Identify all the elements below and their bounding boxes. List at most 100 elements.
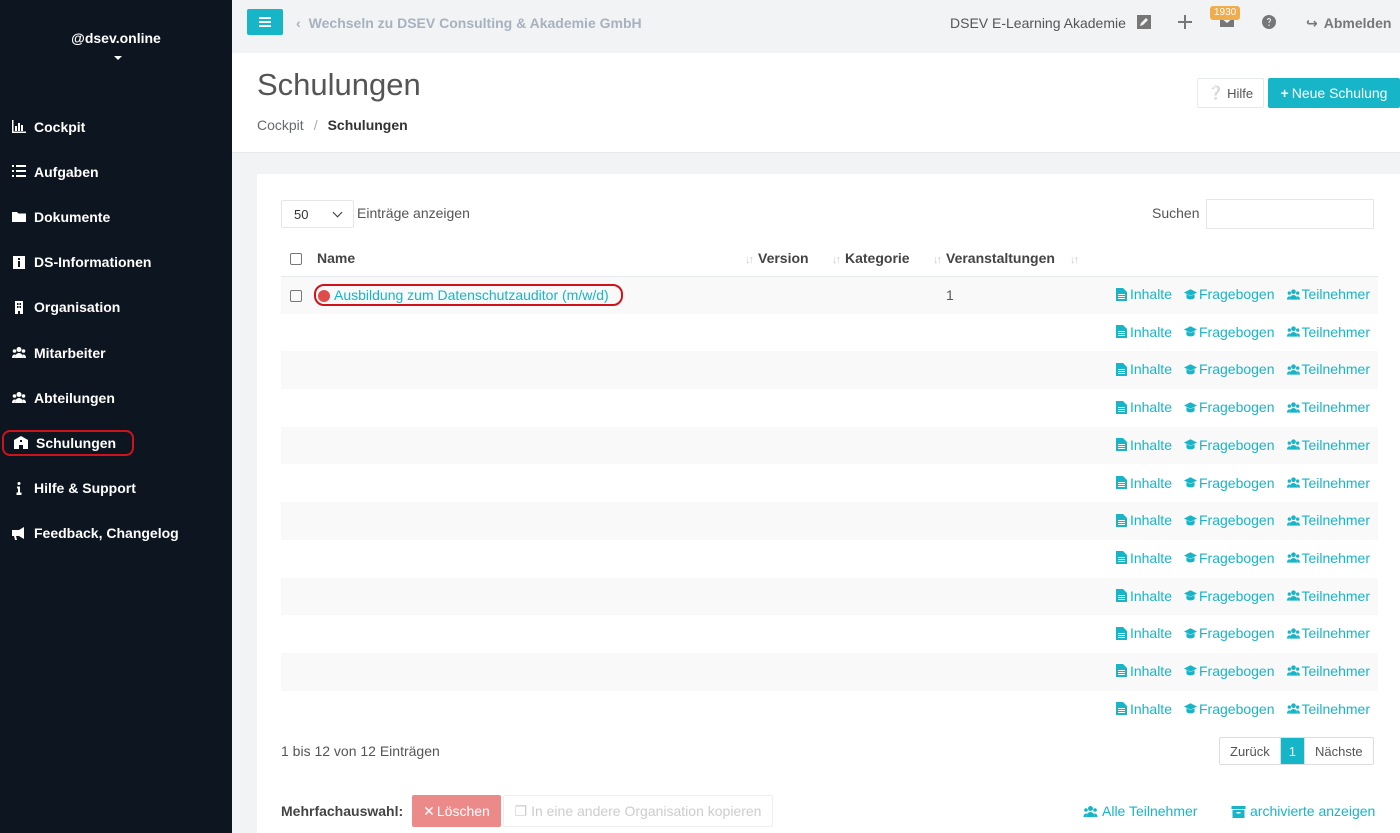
- bulk-actions-label: Mehrfachauswahl:: [281, 803, 404, 819]
- participants-link[interactable]: Teilnehmer: [1286, 475, 1370, 491]
- contents-link[interactable]: Inhalte: [1115, 286, 1172, 302]
- participants-link[interactable]: Teilnehmer: [1286, 701, 1370, 717]
- contents-link[interactable]: Inhalte: [1115, 437, 1172, 453]
- questionnaire-link[interactable]: Fragebogen: [1184, 475, 1275, 491]
- training-name-link[interactable]: Ausbildung zum Datenschutzauditor (m/w/d…: [334, 287, 609, 303]
- all-participants-link[interactable]: Alle Teilnehmer: [1083, 803, 1197, 819]
- menu-toggle-button[interactable]: [247, 9, 283, 35]
- sidebar-item-abteilungen[interactable]: Abteilungen: [0, 375, 232, 420]
- file-icon: [1115, 513, 1127, 527]
- questionnaire-link[interactable]: Fragebogen: [1184, 701, 1275, 717]
- file-icon: [1115, 551, 1127, 565]
- questionnaire-link[interactable]: Fragebogen: [1184, 324, 1275, 340]
- caret-down-icon[interactable]: [114, 56, 122, 60]
- column-header-category[interactable]: Kategorie ↓↑: [845, 240, 946, 277]
- row-checkbox[interactable]: [290, 290, 302, 303]
- sidebar-item-feedback[interactable]: Feedback, Changelog: [0, 511, 232, 556]
- name-cell: [317, 464, 758, 502]
- sidebar-item-ds-informationen[interactable]: DS-Informationen: [0, 240, 232, 285]
- category-cell: [845, 389, 946, 427]
- participants-link[interactable]: Teilnehmer: [1286, 286, 1370, 302]
- contents-link[interactable]: Inhalte: [1115, 512, 1172, 528]
- users-icon: [10, 346, 28, 360]
- version-cell: [758, 615, 845, 653]
- questionnaire-link[interactable]: Fragebogen: [1184, 437, 1275, 453]
- name-cell: [317, 426, 758, 465]
- sidebar-item-aufgaben[interactable]: Aufgaben: [0, 149, 232, 194]
- sidebar-item-label: Dokumente: [34, 208, 111, 225]
- questionnaire-link[interactable]: Fragebogen: [1184, 286, 1275, 302]
- contents-link[interactable]: Inhalte: [1115, 399, 1172, 415]
- sidebar-item-label: Aufgaben: [34, 163, 99, 180]
- actions-cell: Inhalte Fragebogen Teilnehmer: [1083, 314, 1378, 352]
- questionnaire-link[interactable]: Fragebogen: [1184, 399, 1275, 415]
- participants-link[interactable]: Teilnehmer: [1286, 324, 1370, 340]
- questionnaire-link[interactable]: Fragebogen: [1184, 663, 1275, 679]
- edit-icon[interactable]: [1136, 14, 1152, 30]
- sidebar-item-organisation[interactable]: Organisation: [0, 285, 232, 330]
- new-training-button[interactable]: + Neue Schulung: [1268, 78, 1400, 108]
- events-cell: [946, 464, 1083, 502]
- plus-icon[interactable]: [1177, 14, 1193, 30]
- table-body: Ausbildung zum Datenschutzauditor (m/w/d…: [281, 276, 1378, 728]
- column-header-name[interactable]: Name ↓↑: [317, 240, 758, 277]
- breadcrumb-home-link[interactable]: Cockpit: [257, 117, 304, 133]
- questionnaire-link[interactable]: Fragebogen: [1184, 361, 1275, 377]
- questionnaire-link[interactable]: Fragebogen: [1184, 550, 1275, 566]
- participants-link[interactable]: Teilnehmer: [1286, 625, 1370, 641]
- contents-link[interactable]: Inhalte: [1115, 475, 1172, 491]
- copy-to-organisation-button[interactable]: ❐ In eine andere Organisation kopieren: [503, 795, 773, 827]
- top-bar: ‹ Wechseln zu DSEV Consulting & Akademie …: [232, 0, 1400, 52]
- participants-link[interactable]: Teilnehmer: [1286, 663, 1370, 679]
- user-name[interactable]: @dsev.online: [0, 30, 232, 46]
- pagination-next[interactable]: Nächste: [1303, 738, 1373, 764]
- questionnaire-link[interactable]: Fragebogen: [1184, 588, 1275, 604]
- column-header-version[interactable]: Version ↓↑: [758, 240, 845, 277]
- contents-link[interactable]: Inhalte: [1115, 701, 1172, 717]
- delete-button[interactable]: ✕ Löschen: [412, 795, 501, 827]
- participants-link[interactable]: Teilnehmer: [1286, 588, 1370, 604]
- contents-link[interactable]: Inhalte: [1115, 324, 1172, 340]
- contents-link[interactable]: Inhalte: [1115, 588, 1172, 604]
- school-icon: [12, 436, 30, 450]
- participants-link[interactable]: Teilnehmer: [1286, 437, 1370, 453]
- version-cell: [758, 314, 845, 352]
- academy-name[interactable]: DSEV E-Learning Akademie: [950, 15, 1126, 31]
- close-icon: ✕: [423, 802, 435, 819]
- participants-link[interactable]: Teilnehmer: [1286, 399, 1370, 415]
- actions-cell: Inhalte Fragebogen Teilnehmer: [1083, 276, 1378, 314]
- help-button[interactable]: ❔ Hilfe: [1197, 78, 1264, 108]
- participants-link[interactable]: Teilnehmer: [1286, 512, 1370, 528]
- participants-link[interactable]: Teilnehmer: [1286, 550, 1370, 566]
- entries-length-select[interactable]: 50: [281, 200, 354, 228]
- actions-cell: Inhalte Fragebogen Teilnehmer: [1083, 464, 1378, 502]
- search-input[interactable]: [1206, 199, 1374, 229]
- logout-link[interactable]: ↪ Abmelden: [1306, 15, 1391, 32]
- category-cell: [845, 314, 946, 352]
- contents-link[interactable]: Inhalte: [1115, 550, 1172, 566]
- show-archived-link[interactable]: archivierte anzeigen: [1231, 803, 1375, 819]
- switch-organisation-link[interactable]: ‹ Wechseln zu DSEV Consulting & Akademie …: [296, 15, 642, 31]
- sidebar-item-hilfe-support[interactable]: Hilfe & Support: [0, 466, 232, 511]
- graduation-cap-icon: [1184, 401, 1197, 413]
- contents-link[interactable]: Inhalte: [1115, 663, 1172, 679]
- category-cell: [845, 276, 946, 314]
- sidebar-item-dokumente[interactable]: Dokumente: [0, 194, 232, 239]
- questionnaire-link[interactable]: Fragebogen: [1184, 625, 1275, 641]
- contents-link[interactable]: Inhalte: [1115, 361, 1172, 377]
- pagination-prev[interactable]: Zurück: [1220, 738, 1281, 764]
- category-cell: [845, 691, 946, 729]
- name-cell: [317, 314, 758, 352]
- sidebar-item-schulungen[interactable]: Schulungen: [0, 420, 232, 465]
- contents-link[interactable]: Inhalte: [1115, 625, 1172, 641]
- column-header-events[interactable]: Veranstaltungen ↓↑: [946, 240, 1083, 277]
- sidebar-item-cockpit[interactable]: Cockpit: [0, 104, 232, 149]
- help-icon[interactable]: [1261, 14, 1277, 30]
- questionnaire-link[interactable]: Fragebogen: [1184, 512, 1275, 528]
- graduation-cap-icon: [1184, 514, 1197, 526]
- select-all-checkbox[interactable]: [290, 253, 302, 266]
- row-select-cell: [281, 351, 317, 390]
- sidebar-item-mitarbeiter[interactable]: Mitarbeiter: [0, 330, 232, 375]
- pagination-page-1[interactable]: 1: [1280, 738, 1304, 764]
- participants-link[interactable]: Teilnehmer: [1286, 361, 1370, 377]
